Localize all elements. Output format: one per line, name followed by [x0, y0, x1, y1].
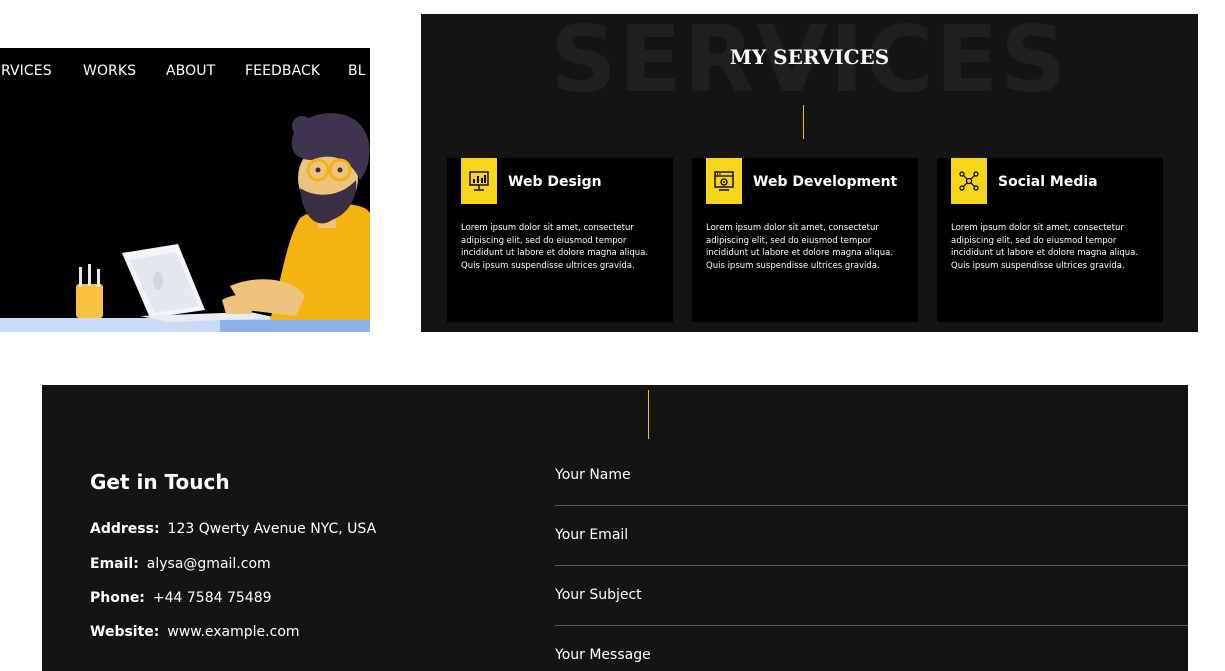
- contact-website: Website: www.example.com: [90, 624, 300, 640]
- address-value: 123 Qwerty Avenue NYC, USA: [167, 521, 377, 537]
- service-card-web-development[interactable]: Web Development Lorem ipsum dolor sit am…: [692, 158, 918, 322]
- browser-code-icon: [706, 158, 742, 204]
- service-card-social-media[interactable]: Social Media Lorem ipsum dolor sit amet,…: [937, 158, 1163, 322]
- services-section: SERVICES MY SERVICES Web Design Lorem ip…: [421, 14, 1198, 332]
- name-field-wrapper: [555, 445, 1188, 506]
- service-card-title: Social Media: [998, 174, 1098, 190]
- developer-illustration: [0, 113, 370, 332]
- service-card-title: Web Development: [753, 174, 898, 190]
- name-input[interactable]: [555, 445, 1188, 505]
- service-card-text: Lorem ipsum dolor sit amet, consectetur …: [706, 223, 894, 271]
- email-value[interactable]: alysa@gmail.com: [147, 556, 271, 572]
- phone-label: Phone:: [90, 590, 145, 606]
- services-title: MY SERVICES: [729, 45, 890, 69]
- message-field-wrapper: [555, 625, 1188, 671]
- subject-input[interactable]: [555, 565, 1188, 625]
- message-input[interactable]: [555, 625, 1188, 671]
- email-input[interactable]: [555, 505, 1188, 565]
- contact-email: Email: alysa@gmail.com: [90, 556, 271, 572]
- address-label: Address:: [90, 521, 160, 537]
- phone-value[interactable]: +44 7584 75489: [153, 590, 272, 606]
- email-field-wrapper: [555, 505, 1188, 566]
- monitor-chart-icon: [461, 158, 497, 204]
- website-value[interactable]: www.example.com: [167, 624, 299, 640]
- contact-section: Get in Touch Address: 123 Qwerty Avenue N…: [42, 385, 1188, 671]
- services-divider: [803, 105, 804, 139]
- network-nodes-icon: [951, 158, 987, 204]
- subject-field-wrapper: [555, 565, 1188, 626]
- email-label: Email:: [90, 556, 139, 572]
- contact-heading: Get in Touch: [90, 470, 230, 494]
- hero-section: ERVICES WORKS ABOUT FEEDBACK BL: [0, 48, 370, 332]
- website-label: Website:: [90, 624, 160, 640]
- service-card-text: Lorem ipsum dolor sit amet, consectetur …: [951, 223, 1139, 271]
- service-card-web-design[interactable]: Web Design Lorem ipsum dolor sit amet, c…: [447, 158, 673, 322]
- contact-phone: Phone: +44 7584 75489: [90, 590, 272, 606]
- service-card-title: Web Design: [508, 174, 602, 190]
- contact-divider: [648, 390, 649, 439]
- service-card-text: Lorem ipsum dolor sit amet, consectetur …: [461, 223, 649, 271]
- contact-address: Address: 123 Qwerty Avenue NYC, USA: [90, 521, 376, 537]
